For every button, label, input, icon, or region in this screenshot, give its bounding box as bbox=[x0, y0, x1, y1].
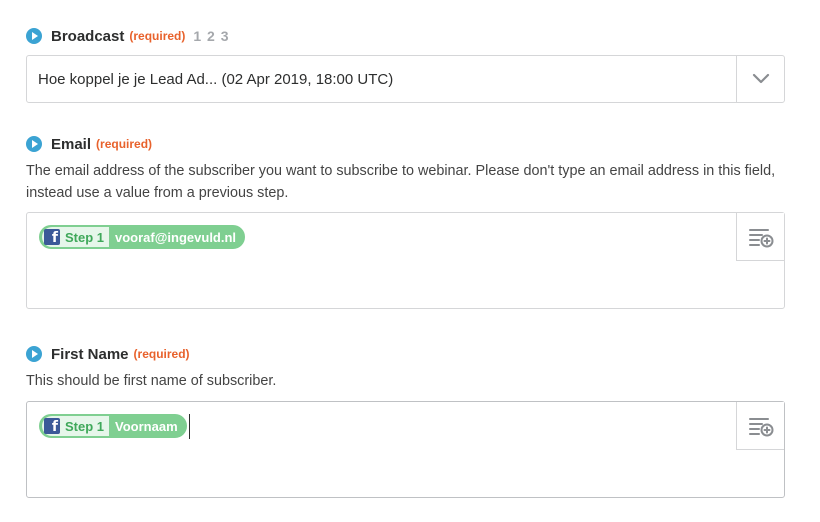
first-name-pill-step: f Step 1 bbox=[42, 416, 110, 436]
first-name-insert-field-button[interactable] bbox=[736, 402, 784, 450]
broadcast-field: Broadcast (required) 1 2 3 Hoe koppel je… bbox=[26, 26, 785, 103]
chevron-down-icon bbox=[752, 73, 769, 84]
email-insert-field-button[interactable] bbox=[736, 213, 784, 261]
email-label-row: Email (required) bbox=[26, 134, 785, 154]
broadcast-dropdown-button[interactable] bbox=[736, 56, 784, 102]
first-name-pill-step-label: Step 1 bbox=[65, 418, 105, 434]
first-name-help-text: This should be first name of subscriber. bbox=[26, 373, 277, 389]
first-name-field: First Name (required) This should be fir… bbox=[26, 344, 785, 498]
field-play-icon bbox=[26, 346, 42, 362]
broadcast-label-row: Broadcast (required) 1 2 3 bbox=[26, 26, 785, 46]
field-play-icon bbox=[26, 28, 42, 44]
first-name-pill-value: Voornaam bbox=[115, 418, 178, 434]
broadcast-steps: 1 2 3 bbox=[193, 28, 230, 44]
insert-list-icon bbox=[748, 417, 773, 436]
first-name-required-badge: (required) bbox=[133, 347, 190, 361]
first-name-label-row: First Name (required) bbox=[26, 344, 785, 364]
broadcast-select[interactable]: Hoe koppel je je Lead Ad... (02 Apr 2019… bbox=[26, 55, 785, 103]
text-cursor bbox=[189, 414, 190, 439]
email-required-badge: (required) bbox=[96, 137, 153, 151]
email-help-text: The email address of the subscriber you … bbox=[26, 163, 776, 201]
email-input[interactable]: f Step 1 vooraf@ingevuld.nl bbox=[26, 212, 785, 309]
broadcast-required-badge: (required) bbox=[129, 29, 186, 43]
field-play-icon bbox=[26, 136, 42, 152]
facebook-icon: f bbox=[44, 418, 60, 434]
first-name-step-pill[interactable]: f Step 1 Voornaam bbox=[39, 414, 187, 438]
email-field: Email (required) The email address of th… bbox=[26, 134, 785, 309]
email-pill-step-label: Step 1 bbox=[65, 229, 105, 245]
broadcast-label: Broadcast bbox=[51, 27, 125, 45]
insert-list-icon bbox=[748, 228, 773, 247]
facebook-icon: f bbox=[44, 229, 60, 245]
email-step-pill[interactable]: f Step 1 vooraf@ingevuld.nl bbox=[39, 225, 246, 249]
email-pill-step: f Step 1 bbox=[42, 227, 110, 247]
first-name-label: First Name bbox=[51, 345, 129, 363]
broadcast-selected-value: Hoe koppel je je Lead Ad... (02 Apr 2019… bbox=[38, 70, 394, 88]
first-name-input[interactable]: f Step 1 Voornaam bbox=[26, 401, 785, 498]
email-pill-value: vooraf@ingevuld.nl bbox=[115, 229, 237, 245]
email-label: Email bbox=[51, 135, 92, 153]
